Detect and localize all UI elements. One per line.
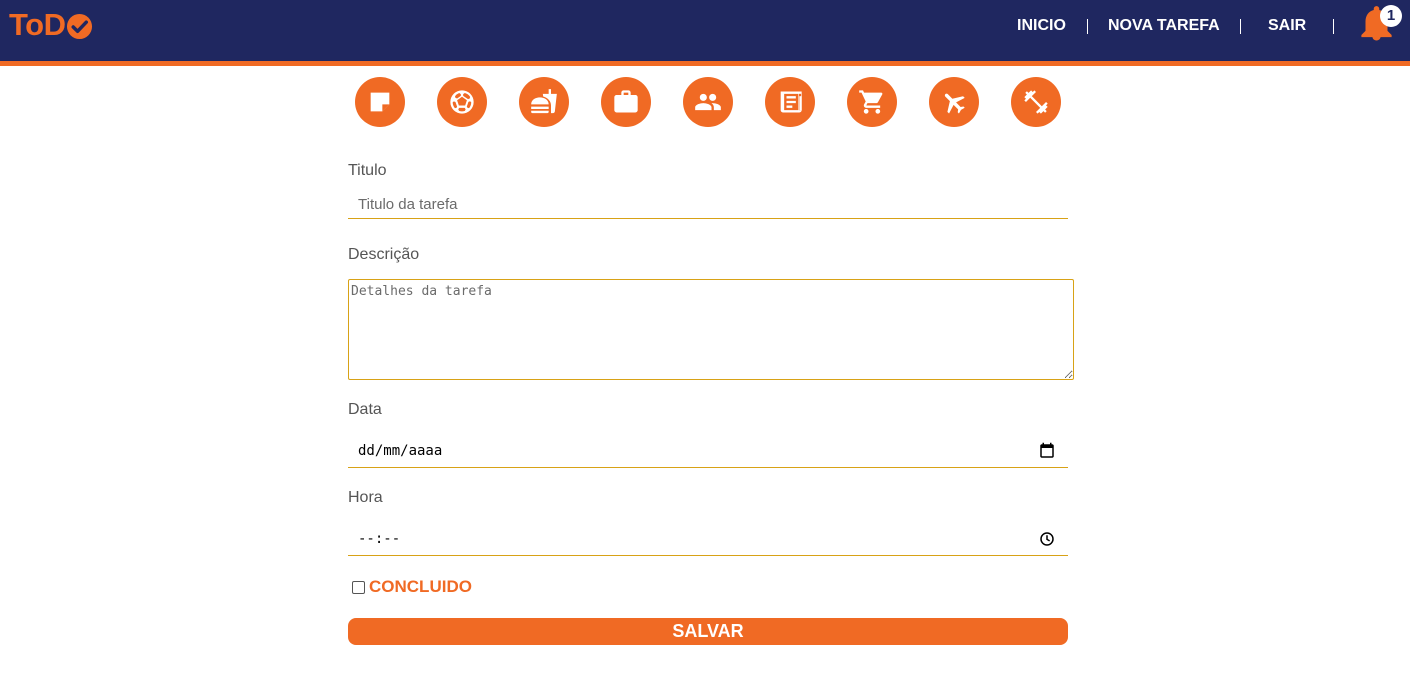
airplane-icon	[944, 93, 965, 114]
nav-inicio-link[interactable]: INICIO	[1017, 17, 1066, 35]
newspaper-icon	[780, 91, 802, 113]
completed-label[interactable]: CONCLUIDO	[369, 578, 472, 596]
description-label: Descrição	[348, 246, 420, 263]
time-label: Hora	[348, 489, 383, 506]
fastfood-icon	[531, 89, 557, 114]
date-input[interactable]: dd/mm/aaaa	[348, 436, 1068, 468]
category-sports-button[interactable]	[437, 77, 487, 127]
nav-nova-tarefa-link[interactable]: NOVA TAREFA	[1108, 17, 1220, 35]
save-button[interactable]: SALVAR	[348, 618, 1068, 645]
category-note-button[interactable]	[355, 77, 405, 127]
category-fitness-button[interactable]	[1011, 77, 1061, 127]
category-travel-button[interactable]	[929, 77, 979, 127]
date-label: Data	[348, 401, 382, 418]
dumbbell-icon	[1024, 90, 1048, 114]
time-input[interactable]: --:--	[348, 524, 1068, 556]
main-nav: INICIO NOVA TAREFA SAIR	[0, 0, 1410, 55]
date-input-value: dd/mm/aaaa	[358, 443, 443, 459]
nav-divider	[1087, 19, 1088, 34]
briefcase-icon	[614, 90, 638, 113]
title-input[interactable]	[348, 191, 1068, 219]
top-navbar: ToD INICIO NOVA TAREFA SAIR 1	[0, 0, 1410, 66]
description-textarea[interactable]	[348, 279, 1074, 380]
nav-sair-link[interactable]: SAIR	[1268, 17, 1306, 35]
completed-checkbox-row: CONCLUIDO	[352, 578, 472, 596]
category-work-button[interactable]	[601, 77, 651, 127]
title-label: Titulo	[348, 162, 387, 179]
category-people-button[interactable]	[683, 77, 733, 127]
time-input-value: --:--	[358, 531, 401, 547]
shopping-cart-icon	[859, 90, 883, 114]
category-selector	[355, 77, 1075, 127]
nav-divider	[1333, 19, 1334, 34]
nav-divider	[1240, 19, 1241, 34]
calendar-icon[interactable]	[1038, 442, 1056, 460]
category-shopping-button[interactable]	[847, 77, 897, 127]
clock-icon[interactable]	[1038, 530, 1056, 548]
sticky-note-icon	[370, 92, 390, 112]
category-food-button[interactable]	[519, 77, 569, 127]
notification-count-badge: 1	[1380, 5, 1402, 27]
completed-checkbox[interactable]	[352, 580, 365, 594]
category-reading-button[interactable]	[765, 77, 815, 127]
soccer-ball-icon	[450, 90, 474, 114]
people-icon	[695, 93, 721, 111]
